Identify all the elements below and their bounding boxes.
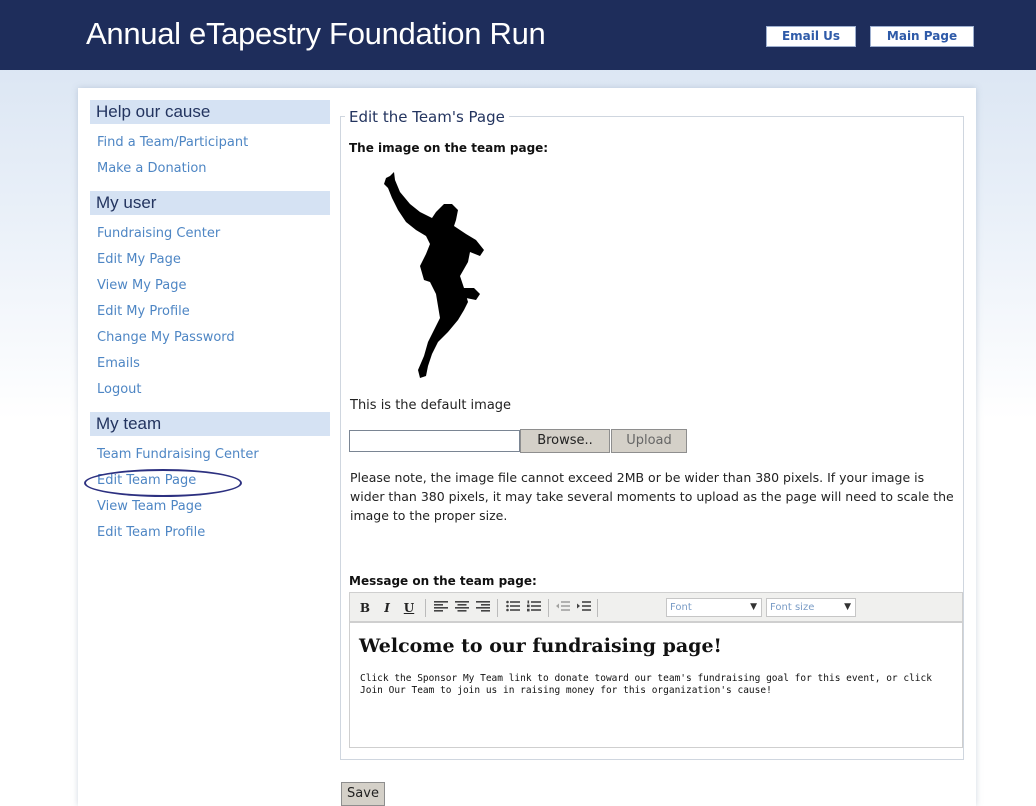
runner-image <box>384 172 484 378</box>
site-title: Annual eTapestry Foundation Run <box>86 16 546 51</box>
align-center-icon[interactable] <box>454 599 470 617</box>
chevron-down-icon: ▼ <box>750 602 757 612</box>
outdent-icon[interactable] <box>555 599 571 617</box>
image-file-input[interactable] <box>349 430 520 452</box>
main-page-button[interactable]: Main Page <box>870 26 974 47</box>
image-size-note: Please note, the image file cannot excee… <box>350 470 954 523</box>
sidebar-link-logout[interactable]: Logout <box>90 377 330 403</box>
save-button[interactable]: Save <box>341 782 385 806</box>
font-size-select-value: Font size <box>770 602 815 613</box>
message-label: Message on the team page: <box>349 574 537 588</box>
sidebar-list-my-user: Fundraising Center Edit My Page View My … <box>90 215 330 403</box>
font-size-select[interactable]: Font size ▼ <box>766 598 856 617</box>
email-us-button[interactable]: Email Us <box>766 26 856 47</box>
bold-button[interactable]: B <box>358 599 372 617</box>
sidebar-link-edit-team-profile[interactable]: Edit Team Profile <box>90 520 330 546</box>
underline-button[interactable]: U <box>402 599 416 617</box>
font-select[interactable]: Font ▼ <box>666 598 762 617</box>
sidebar-link-view-team-page[interactable]: View Team Page <box>90 494 330 520</box>
sidebar-link-make-donation[interactable]: Make a Donation <box>90 156 330 182</box>
sidebar-link-edit-my-page[interactable]: Edit My Page <box>90 247 330 273</box>
sidebar-link-edit-team-page[interactable]: Edit Team Page <box>84 468 330 497</box>
message-editor[interactable]: Welcome to our fundraising page! Click t… <box>349 622 963 748</box>
italic-button[interactable]: I <box>380 599 394 617</box>
sidebar-link-edit-my-profile[interactable]: Edit My Profile <box>90 299 330 325</box>
upload-button[interactable]: Upload <box>611 429 687 453</box>
sidebar-link-change-password[interactable]: Change My Password <box>90 325 330 351</box>
browse-button[interactable]: Browse.. <box>520 429 610 453</box>
sidebar-link-fundraising-center[interactable]: Fundraising Center <box>90 221 330 247</box>
sidebar-heading-my-team: My team <box>90 412 330 436</box>
fieldset-legend: Edit the Team's Page <box>345 108 509 126</box>
numbered-list-icon[interactable] <box>526 599 542 617</box>
sidebar: Help our cause Find a Team/Participant M… <box>84 100 330 546</box>
toolbar-separator <box>597 599 598 617</box>
site-header: Annual eTapestry Foundation Run Email Us… <box>0 0 1036 70</box>
font-select-value: Font <box>670 602 692 613</box>
sidebar-link-team-fundraising-center[interactable]: Team Fundraising Center <box>90 442 330 468</box>
chevron-down-icon: ▼ <box>844 602 851 612</box>
editor-toolbar: B I U Font ▼ Font size ▼ <box>349 592 963 622</box>
indent-icon[interactable] <box>576 599 592 617</box>
default-image-caption: This is the default image <box>350 398 512 413</box>
sidebar-link-view-my-page[interactable]: View My Page <box>90 273 330 299</box>
toolbar-separator <box>548 599 549 617</box>
sidebar-link-emails[interactable]: Emails <box>90 351 330 377</box>
align-left-icon[interactable] <box>433 599 449 617</box>
sidebar-list-help: Find a Team/Participant Make a Donation <box>90 124 330 182</box>
editor-heading: Welcome to our fundraising page! <box>359 635 722 657</box>
toolbar-separator <box>425 599 426 617</box>
editor-body-text: Click the Sponsor My Team link to donate… <box>360 673 932 696</box>
align-right-icon[interactable] <box>475 599 491 617</box>
toolbar-separator <box>497 599 498 617</box>
sidebar-heading-help: Help our cause <box>90 100 330 124</box>
sidebar-list-my-team: Team Fundraising Center Edit Team Page V… <box>84 436 330 546</box>
sidebar-heading-my-user: My user <box>90 191 330 215</box>
bullet-list-icon[interactable] <box>505 599 521 617</box>
sidebar-link-find-team[interactable]: Find a Team/Participant <box>90 130 330 156</box>
image-label: The image on the team page: <box>349 141 549 155</box>
